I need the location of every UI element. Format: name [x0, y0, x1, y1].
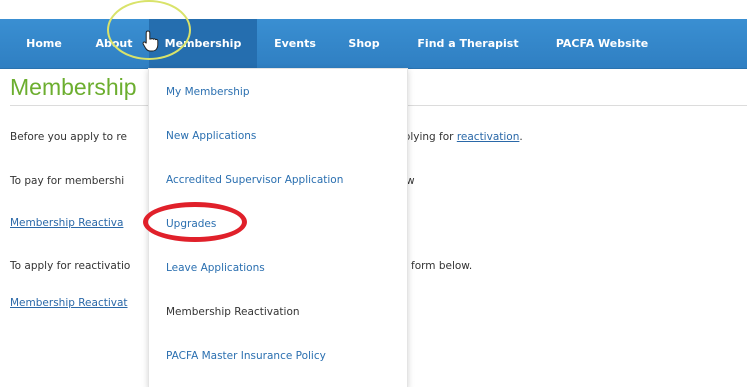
paragraph-apply-intro: Before you apply to re [10, 131, 127, 143]
membership-reactivation-link-1[interactable]: Membership Reactiva [10, 217, 123, 229]
nav-item-about[interactable]: About [84, 19, 144, 68]
menu-item-pacfa-master-insurance-policy[interactable]: PACFA Master Insurance Policy [166, 350, 326, 362]
nav-item-membership[interactable]: Membership [149, 19, 257, 68]
nav-item-find-a-therapist[interactable]: Find a Therapist [402, 19, 534, 68]
nav-item-events[interactable]: Events [262, 19, 328, 68]
paragraph-apply-intro-right: pplying for reactivation. [397, 131, 523, 143]
menu-item-membership-reactivation[interactable]: Membership Reactivation [166, 306, 300, 318]
nav-item-home[interactable]: Home [14, 19, 74, 68]
page: Home About Membership Events Shop Find a… [0, 0, 747, 387]
paragraph-apply-reactivation-right: form below. [411, 260, 473, 272]
nav-item-pacfa-website[interactable]: PACFA Website [540, 19, 664, 68]
paragraph-apply-intro-suffix: . [519, 131, 523, 143]
hand-pointer-icon [142, 30, 159, 52]
membership-dropdown-menu: My Membership New Applications Accredite… [148, 68, 408, 387]
menu-item-upgrades[interactable]: Upgrades [166, 218, 216, 230]
menu-item-accredited-supervisor-application[interactable]: Accredited Supervisor Application [166, 174, 343, 186]
main-navbar: Home About Membership Events Shop Find a… [0, 19, 747, 69]
paragraph-apply-reactivation: To apply for reactivatio [10, 260, 131, 272]
membership-reactivation-link-2[interactable]: Membership Reactivat [10, 297, 128, 309]
menu-item-my-membership[interactable]: My Membership [166, 86, 250, 98]
paragraph-pay-membership: To pay for membershi [10, 175, 125, 187]
page-title: Membership [10, 74, 137, 100]
menu-item-leave-applications[interactable]: Leave Applications [166, 262, 265, 274]
reactivation-link[interactable]: reactivation [457, 131, 520, 143]
menu-item-new-applications[interactable]: New Applications [166, 130, 256, 142]
nav-item-shop[interactable]: Shop [336, 19, 392, 68]
